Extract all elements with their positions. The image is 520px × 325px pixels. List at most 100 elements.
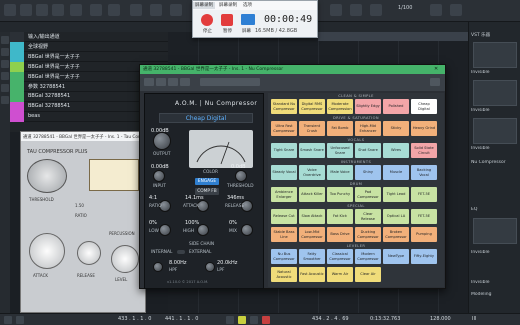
preset-button[interactable]: Ultra Fast Compressor xyxy=(271,121,297,136)
power-button[interactable] xyxy=(156,78,166,86)
preset-button[interactable]: Fifty-Eighty xyxy=(411,249,437,264)
toolbar-button[interactable] xyxy=(170,4,182,16)
toolbar-button[interactable] xyxy=(130,4,142,16)
toolbar-button[interactable] xyxy=(90,4,102,16)
threshold-knob[interactable] xyxy=(27,159,67,193)
inspector-button[interactable] xyxy=(1,36,9,44)
transport-button[interactable] xyxy=(16,316,24,324)
bypass-button[interactable] xyxy=(144,78,154,86)
preset-button[interactable]: Backing Vocal xyxy=(411,165,437,180)
input-knob[interactable] xyxy=(153,170,165,182)
quantize-value[interactable]: 1/100 xyxy=(398,5,412,11)
write-button[interactable] xyxy=(180,78,190,86)
preset-button[interactable]: Shot Snare xyxy=(355,143,381,158)
screen-icon[interactable] xyxy=(241,14,255,25)
preset-button[interactable]: High-Mid Enhancer xyxy=(355,121,381,136)
preset-button[interactable]: Cheap Digital xyxy=(411,99,437,114)
stop-button[interactable] xyxy=(250,316,258,324)
clip[interactable] xyxy=(318,32,468,41)
sidechain-toggle[interactable] xyxy=(177,250,185,254)
attack-knob[interactable] xyxy=(29,233,65,269)
toolbar-button[interactable] xyxy=(350,4,362,16)
preset-button[interactable]: NewType xyxy=(383,249,409,264)
panel-item[interactable]: Invisible xyxy=(471,70,519,78)
toolbar-button[interactable] xyxy=(70,4,82,16)
preset-button[interactable]: Stable Bass Line xyxy=(271,227,297,242)
track-row[interactable]: BBGal 世界是一太子子 xyxy=(10,52,168,62)
preset-button[interactable]: Classical Compressor xyxy=(327,249,353,264)
read-button[interactable] xyxy=(168,78,178,86)
preset-button[interactable]: Pad Compressor xyxy=(355,187,381,202)
play-button[interactable] xyxy=(238,316,246,324)
toolbar-button[interactable] xyxy=(52,4,64,16)
preset-button[interactable]: Natural Acoustic xyxy=(271,267,297,282)
toolbar-button[interactable] xyxy=(20,4,32,16)
toolbar-button[interactable] xyxy=(450,4,462,16)
preset-button[interactable]: Transient Crush xyxy=(299,121,325,136)
preset-button[interactable]: Fat Bomb xyxy=(327,121,353,136)
preset-button[interactable]: Modern Compressor xyxy=(355,249,381,264)
toolbar-button[interactable] xyxy=(430,4,442,16)
tempo-display[interactable]: 128.000 xyxy=(430,316,451,322)
window-title-bar[interactable]: 通道 32788541 - BBGal 世界是一太子子 - Ins. 1 - N… xyxy=(140,65,445,74)
threshold-knob[interactable] xyxy=(235,170,247,182)
track-row[interactable]: 全球视野 xyxy=(10,42,168,52)
engage-button[interactable]: ENGAGE xyxy=(195,178,219,185)
panel-item[interactable]: EQ xyxy=(471,207,519,215)
panel-item[interactable]: Nu Compressor xyxy=(471,160,519,168)
preset-button[interactable]: Clear Release xyxy=(355,209,381,224)
preset-button[interactable]: Standard Nu Compressor xyxy=(271,99,297,114)
preset-button[interactable]: Sticky xyxy=(383,121,409,136)
time-display[interactable]: 0:13:32.763 xyxy=(370,316,400,322)
level-knob[interactable] xyxy=(111,245,139,273)
preset-button[interactable]: Clear Air xyxy=(355,267,381,282)
inspector-button[interactable] xyxy=(1,48,9,56)
preset-button[interactable]: FET-5E xyxy=(411,209,437,224)
left-locator[interactable]: 433 . 1 . 1 . 0 xyxy=(118,316,151,322)
preset-button[interactable]: Warm Air xyxy=(327,267,353,282)
output-knob[interactable] xyxy=(153,132,171,150)
instrument-thumbnail[interactable] xyxy=(473,42,517,68)
preset-button[interactable]: Voice Overdrive xyxy=(299,165,325,180)
toolbar-button[interactable] xyxy=(36,4,48,16)
preset-button[interactable]: Broken Compressor xyxy=(383,227,409,242)
recorder-tab[interactable]: 选项 xyxy=(241,2,254,9)
preset-button[interactable]: Shiny xyxy=(355,165,381,180)
preset-button[interactable]: Moderate Compression xyxy=(327,99,353,114)
preset-button[interactable]: Release Cut xyxy=(271,209,297,224)
preset-selector[interactable] xyxy=(200,78,260,86)
preset-button[interactable]: FET-5E xyxy=(411,187,437,202)
instrument-thumbnail[interactable] xyxy=(473,218,517,244)
toolbar-button[interactable] xyxy=(330,4,342,16)
toolbar-button[interactable] xyxy=(4,4,16,16)
preset-button[interactable]: Fat Kick xyxy=(327,209,353,224)
current-preset[interactable]: Cheap Digital xyxy=(159,113,253,123)
preset-button[interactable]: Heavy Grind xyxy=(411,121,437,136)
preset-button[interactable]: Attack Killer xyxy=(299,187,325,202)
recorder-tab[interactable]: 屏幕录制 xyxy=(193,2,215,9)
preset-button[interactable]: Bass Drive xyxy=(327,227,353,242)
preset-button[interactable]: Wires xyxy=(383,143,409,158)
vst-instruments-label[interactable]: VST 乐器 xyxy=(471,32,519,40)
rewind-button[interactable] xyxy=(226,316,234,324)
inspector-button[interactable] xyxy=(1,96,9,104)
preset-button[interactable]: Tight Snare xyxy=(271,143,297,158)
panel-item[interactable]: Invisible xyxy=(471,280,519,288)
panel-item[interactable]: Invisible xyxy=(471,108,519,116)
inspector-button[interactable] xyxy=(1,72,9,80)
toolbar-button[interactable] xyxy=(370,4,382,16)
preset-button[interactable]: Slightly Edgy xyxy=(355,99,381,114)
track-row[interactable]: 输入/输出通道 xyxy=(10,32,168,42)
record-button[interactable] xyxy=(262,316,270,324)
recorder-tab[interactable]: 屏幕录制 xyxy=(217,2,239,9)
preset-button[interactable]: Too Punchy xyxy=(327,187,353,202)
settings-icon[interactable] xyxy=(430,78,440,86)
panel-item[interactable]: Modeling xyxy=(471,292,519,300)
toolbar-button[interactable] xyxy=(150,4,162,16)
close-icon[interactable]: ✕ xyxy=(434,66,438,72)
preset-button[interactable]: Male Voice xyxy=(327,165,353,180)
preset-button[interactable]: Smash Snare xyxy=(299,143,325,158)
lpf-knob[interactable] xyxy=(205,262,215,272)
preset-button[interactable]: Pumping xyxy=(411,227,437,242)
right-locator[interactable]: 441 . 1 . 1 . 0 xyxy=(165,316,198,322)
